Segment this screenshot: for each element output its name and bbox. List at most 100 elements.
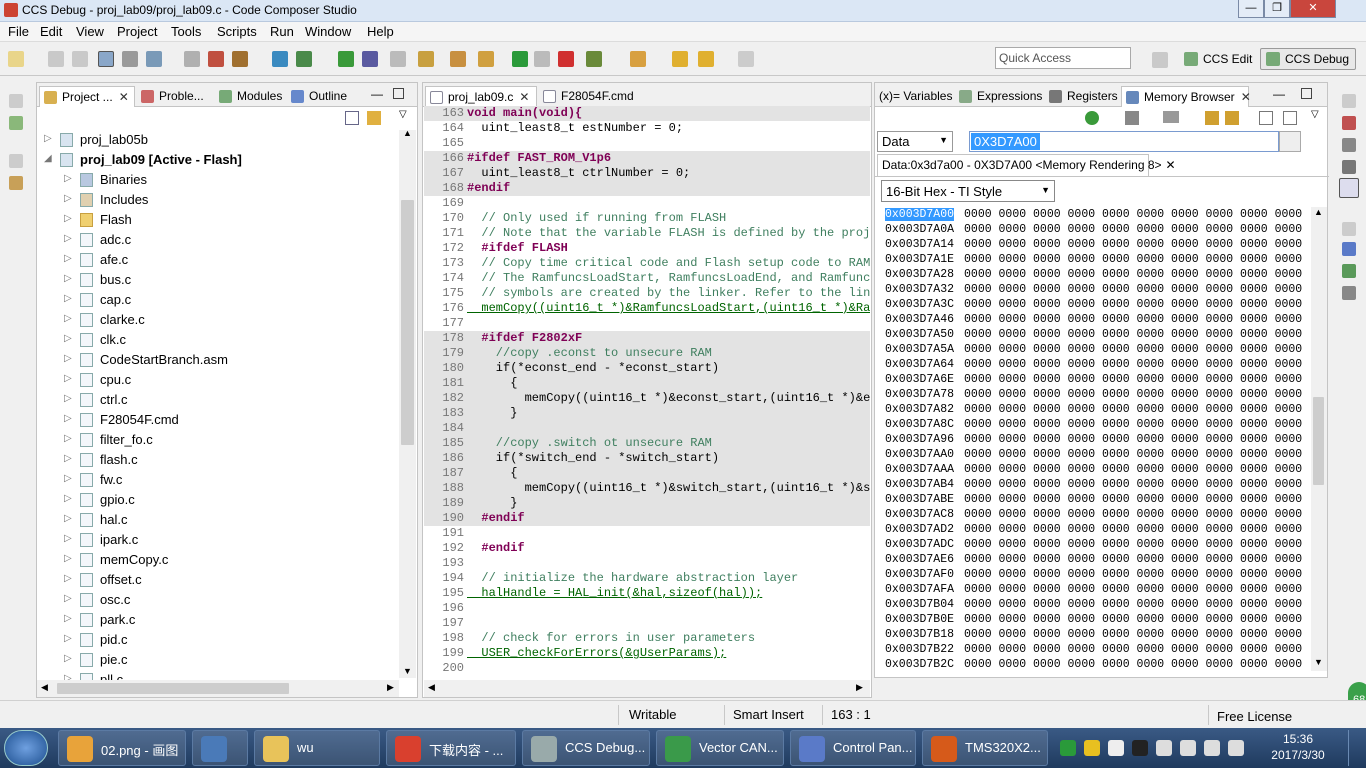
taskbar-item[interactable]: Control Pan... — [790, 730, 916, 766]
expand-arrow-icon[interactable]: ▷ — [64, 393, 74, 404]
expand-arrow-icon[interactable]: ▷ — [44, 133, 54, 144]
start-button[interactable] — [4, 730, 48, 766]
menu-view[interactable]: View — [76, 24, 104, 39]
view-menu-icon[interactable]: ▽ — [1311, 109, 1319, 120]
tree-item[interactable]: ▷ bus.c — [44, 270, 394, 290]
expand-arrow-icon[interactable]: ▷ — [64, 453, 74, 464]
save-all-icon[interactable] — [72, 51, 88, 67]
expand-arrow-icon[interactable]: ▷ — [64, 313, 74, 324]
console-icon[interactable] — [9, 176, 23, 190]
expand-arrow-icon[interactable]: ▷ — [64, 373, 74, 384]
expand-arrow-icon[interactable]: ▷ — [64, 333, 74, 344]
tree-item[interactable]: ▷ Flash — [44, 210, 394, 230]
memory-row[interactable]: 0x003D7B0E 0000 0000 0000 0000 0000 0000 … — [885, 612, 1302, 627]
memory-row[interactable]: 0x003D7AB4 0000 0000 0000 0000 0000 0000 … — [885, 477, 1302, 492]
close-icon[interactable]: ✕ — [1166, 158, 1176, 172]
save-memory-icon[interactable] — [1125, 111, 1139, 125]
step-over-icon[interactable] — [362, 51, 378, 67]
code-line[interactable]: 168 #endif — [424, 181, 870, 196]
tree-item[interactable]: ▷ Binaries — [44, 170, 394, 190]
code-line[interactable]: 199 USER_checkForErrors(&gUserParams); — [424, 646, 870, 661]
memory-row[interactable]: 0x003D7B22 0000 0000 0000 0000 0000 0000 … — [885, 642, 1302, 657]
memory-row[interactable]: 0x003D7A82 0000 0000 0000 0000 0000 0000 … — [885, 402, 1302, 417]
menu-project[interactable]: Project — [117, 24, 157, 39]
debug-view-icon[interactable] — [9, 116, 23, 130]
scroll-down-icon[interactable]: ▼ — [403, 666, 412, 676]
scroll-right-icon[interactable]: ▶ — [387, 682, 394, 693]
target-icon[interactable] — [232, 51, 248, 67]
memory-row[interactable]: 0x003D7B2C 0000 0000 0000 0000 0000 0000 … — [885, 657, 1302, 672]
step-into-icon[interactable] — [338, 51, 354, 67]
expand-arrow-icon[interactable]: ▷ — [64, 593, 74, 604]
code-line[interactable]: 181 { — [424, 376, 870, 391]
memory-row[interactable]: 0x003D7A50 0000 0000 0000 0000 0000 0000 … — [885, 327, 1302, 342]
breakpoints-icon[interactable] — [1342, 116, 1356, 130]
code-line[interactable]: 176 memCopy((uint16_t *)&RamfuncsLoadSta… — [424, 301, 870, 316]
keyboard-icon[interactable] — [1228, 740, 1244, 756]
disconnect-icon[interactable] — [184, 51, 200, 67]
code-editor[interactable]: 163 void main(void){164 uint_least8_t est… — [424, 106, 870, 680]
code-line[interactable]: 198 // check for errors in user paramete… — [424, 631, 870, 646]
memory-row[interactable]: 0x003D7AA0 0000 0000 0000 0000 0000 0000 … — [885, 447, 1302, 462]
memory-row[interactable]: 0x003D7ABE 0000 0000 0000 0000 0000 0000 … — [885, 492, 1302, 507]
tree-item[interactable]: ▷ pid.c — [44, 630, 394, 650]
scroll-up-icon[interactable]: ▲ — [1314, 207, 1323, 217]
terminal-icon[interactable] — [122, 51, 138, 67]
memory-row[interactable]: 0x003D7AF0 0000 0000 0000 0000 0000 0000 … — [885, 567, 1302, 582]
tree-item[interactable]: ▷ pie.c — [44, 650, 394, 670]
taskbar-item[interactable]: CCS Debug... — [522, 730, 650, 766]
code-line[interactable]: 180 if(*econst_end - *econst_start) — [424, 361, 870, 376]
code-line[interactable]: 167 uint_least8_t ctrlNumber = 0; — [424, 166, 870, 181]
code-line[interactable]: 184 — [424, 421, 870, 436]
tree-item[interactable]: ▷ F28054F.cmd — [44, 410, 394, 430]
forward-icon[interactable] — [738, 51, 754, 67]
expand-arrow-icon[interactable]: ▷ — [64, 273, 74, 284]
pin-icon[interactable] — [1283, 111, 1297, 125]
expand-arrow-icon[interactable]: ▷ — [64, 193, 74, 204]
reset-icon[interactable] — [450, 51, 466, 67]
tab-expressions[interactable]: Expressions — [955, 86, 1046, 107]
maximize-button[interactable]: ❐ — [1264, 0, 1290, 18]
memory-row[interactable]: 0x003D7A46 0000 0000 0000 0000 0000 0000 … — [885, 312, 1302, 327]
tree-item[interactable]: ▷ offset.c — [44, 570, 394, 590]
scrollbar-thumb[interactable] — [401, 200, 414, 445]
trace-icon[interactable] — [1342, 286, 1356, 300]
code-line[interactable]: 171 // Note that the variable FLASH is d… — [424, 226, 870, 241]
scripting-icon[interactable] — [1342, 264, 1356, 278]
restore-icon[interactable] — [9, 154, 23, 168]
memory-row[interactable]: 0x003D7A00 0000 0000 0000 0000 0000 0000 … — [885, 207, 1302, 222]
restore-icon[interactable] — [1342, 222, 1356, 236]
format-select[interactable]: 16-Bit Hex - TI Style ▼ — [881, 180, 1055, 202]
expand-arrow-icon[interactable]: ▷ — [64, 533, 74, 544]
new-tab-icon[interactable] — [1259, 111, 1273, 125]
back-icon[interactable] — [698, 51, 714, 67]
tree-item[interactable]: ▷ cpu.c — [44, 370, 394, 390]
memory-row[interactable]: 0x003D7B18 0000 0000 0000 0000 0000 0000 … — [885, 627, 1302, 642]
expand-arrow-icon[interactable]: ▷ — [64, 613, 74, 624]
import-icon[interactable] — [1163, 111, 1179, 123]
plus-icon[interactable] — [1084, 740, 1100, 756]
tree-vertical-scrollbar[interactable]: ▲ ▼ — [399, 128, 416, 678]
perspective-ccs-debug[interactable]: CCS Debug — [1260, 48, 1357, 70]
expand-arrow-icon[interactable]: ▷ — [64, 553, 74, 564]
code-line[interactable]: 163 void main(void){ — [424, 106, 870, 121]
restore-icon[interactable] — [1342, 94, 1356, 108]
tree-item[interactable]: ▷ CodeStartBranch.asm — [44, 350, 394, 370]
tab-problems[interactable]: Proble... — [137, 86, 208, 107]
address-input[interactable]: 0X3D7A00 — [969, 131, 1279, 152]
collapse-all-icon[interactable] — [345, 111, 359, 125]
registers-icon[interactable] — [1342, 138, 1356, 152]
expand-arrow-icon[interactable]: ◢ — [44, 153, 54, 164]
perspective-ccs-edit[interactable]: CCS Edit — [1178, 48, 1259, 70]
scrollbar-thumb[interactable] — [57, 683, 289, 694]
tree-item[interactable]: ▷ memCopy.c — [44, 550, 394, 570]
page-select[interactable]: Data ▼ — [877, 131, 953, 152]
editor-horizontal-scrollbar[interactable]: ◀ ▶ — [424, 680, 870, 697]
memory-row[interactable]: 0x003D7A14 0000 0000 0000 0000 0000 0000 … — [885, 237, 1302, 252]
memory-row[interactable]: 0x003D7A6E 0000 0000 0000 0000 0000 0000 … — [885, 372, 1302, 387]
menu-tools[interactable]: Tools — [171, 24, 201, 39]
code-line[interactable]: 164 uint_least8_t estNumber = 0; — [424, 121, 870, 136]
refresh-icon[interactable] — [296, 51, 312, 67]
forward-icon[interactable] — [1225, 111, 1239, 125]
debug-view-icon[interactable] — [98, 51, 114, 67]
